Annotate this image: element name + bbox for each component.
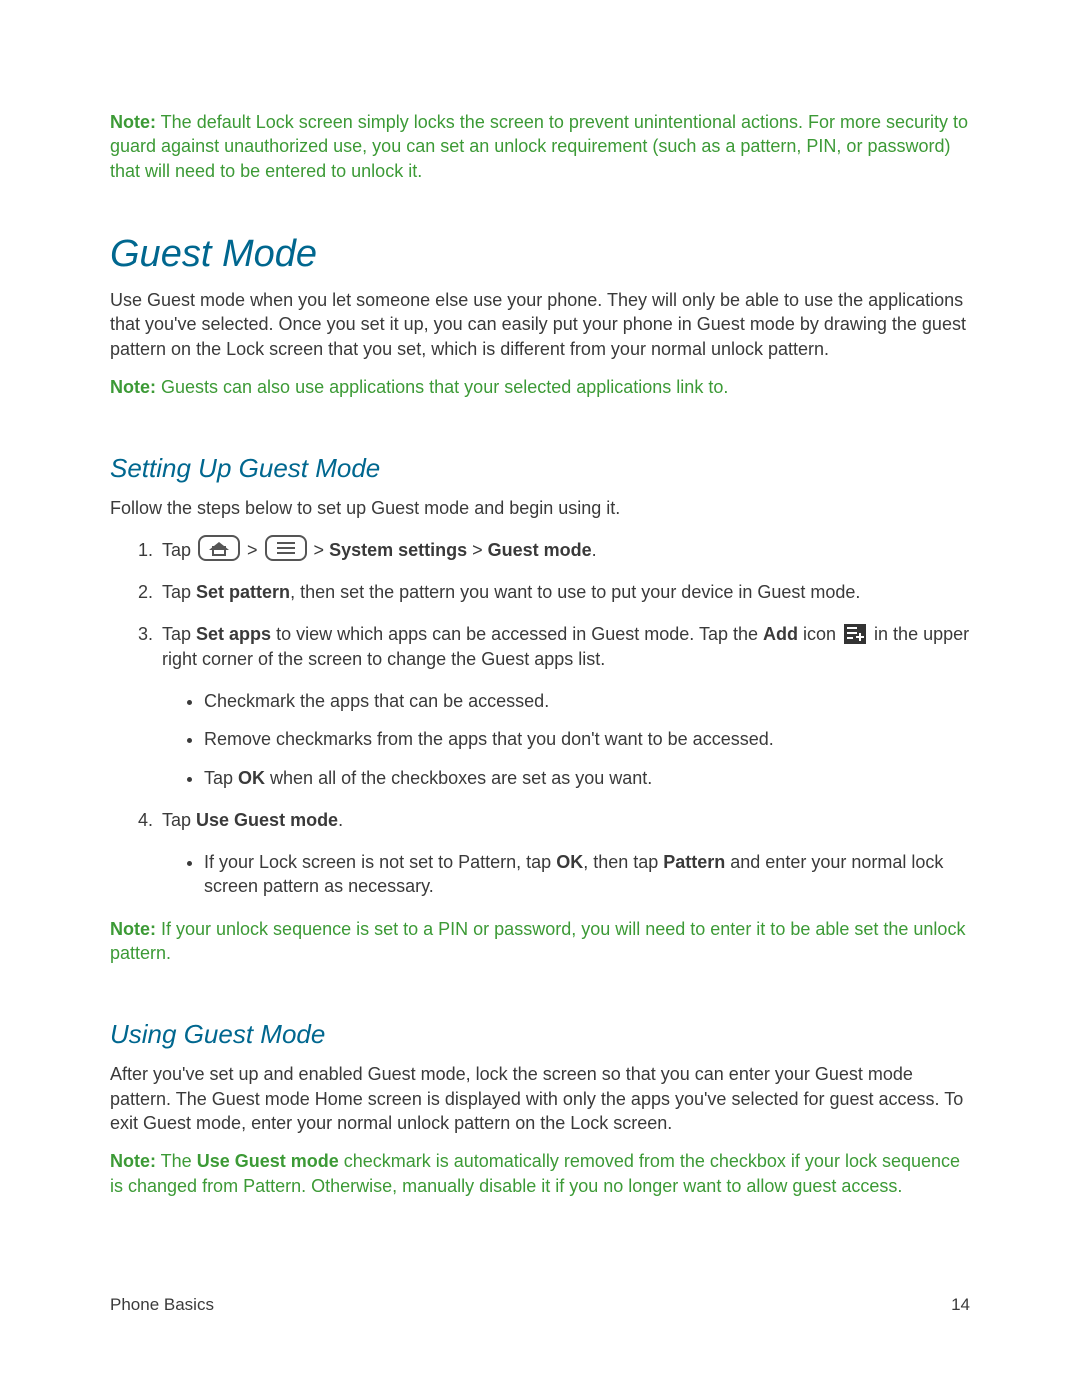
step1-end: .	[592, 540, 597, 560]
step3-bullets: Checkmark the apps that can be accessed.…	[162, 689, 970, 790]
step3-mid: to view which apps can be accessed in Gu…	[271, 624, 763, 644]
step4-bullet: If your Lock screen is not set to Patter…	[204, 850, 970, 899]
note-text: Guests can also use applications that yo…	[156, 377, 728, 397]
step1-sep3: >	[467, 540, 488, 560]
step2-post: , then set the pattern you want to use t…	[290, 582, 860, 602]
s4b-mid: , then tap	[583, 852, 663, 872]
bullet-2: Remove checkmarks from the apps that you…	[204, 727, 970, 751]
step3-post1: icon	[798, 624, 841, 644]
using-note-bold: Use Guest mode	[197, 1151, 339, 1171]
note-label: Note:	[110, 1151, 156, 1171]
page-content: Note: The default Lock screen simply loc…	[110, 110, 970, 1218]
note-label: Note:	[110, 377, 156, 397]
step1-sep2: >	[309, 540, 330, 560]
using-note-pre: The	[156, 1151, 197, 1171]
home-key-icon	[198, 535, 240, 561]
note-text: The default Lock screen simply locks the…	[110, 112, 968, 181]
menu-key-icon	[265, 535, 307, 561]
using-heading: Using Guest Mode	[110, 1017, 970, 1052]
step4-bullets: If your Lock screen is not set to Patter…	[162, 850, 970, 899]
note-label: Note:	[110, 919, 156, 939]
setting-up-heading: Setting Up Guest Mode	[110, 451, 970, 486]
step1-pre: Tap	[162, 540, 196, 560]
note-text: If your unlock sequence is set to a PIN …	[110, 919, 965, 963]
guest-mode-intro: Use Guest mode when you let someone else…	[110, 288, 970, 361]
step3-bold1: Set apps	[196, 624, 271, 644]
step3-pre: Tap	[162, 624, 196, 644]
using-para: After you've set up and enabled Guest mo…	[110, 1062, 970, 1135]
b3-pre: Tap	[204, 768, 238, 788]
steps-list: Tap > > System settings > Guest mode. Ta…	[110, 535, 970, 899]
setting-up-intro: Follow the steps below to set up Guest m…	[110, 496, 970, 520]
setting-end-note: Note: If your unlock sequence is set to …	[110, 917, 970, 966]
step4-pre: Tap	[162, 810, 196, 830]
step-1: Tap > > System settings > Guest mode.	[158, 535, 970, 562]
note-label: Note:	[110, 112, 156, 132]
step-4: Tap Use Guest mode. If your Lock screen …	[158, 808, 970, 899]
step1-gm: Guest mode	[488, 540, 592, 560]
step3-bold2: Add	[763, 624, 798, 644]
bullet-1: Checkmark the apps that can be accessed.	[204, 689, 970, 713]
step2-pre: Tap	[162, 582, 196, 602]
s4b-pattern: Pattern	[663, 852, 725, 872]
step2-bold: Set pattern	[196, 582, 290, 602]
s4b-ok: OK	[556, 852, 583, 872]
guest-mode-heading: Guest Mode	[110, 229, 970, 280]
bullet-3: Tap OK when all of the checkboxes are se…	[204, 766, 970, 790]
footer-section: Phone Basics	[110, 1294, 214, 1317]
guest-mode-note: Note: Guests can also use applications t…	[110, 375, 970, 399]
b3-post: when all of the checkboxes are set as yo…	[265, 768, 652, 788]
step1-sep: >	[242, 540, 263, 560]
step-2: Tap Set pattern, then set the pattern yo…	[158, 580, 970, 604]
step4-post: .	[338, 810, 343, 830]
add-icon	[844, 624, 866, 644]
step4-bold: Use Guest mode	[196, 810, 338, 830]
page-footer: Phone Basics 14	[110, 1294, 970, 1317]
footer-page-number: 14	[951, 1294, 970, 1317]
s4b-pre: If your Lock screen is not set to Patter…	[204, 852, 556, 872]
intro-note: Note: The default Lock screen simply loc…	[110, 110, 970, 183]
using-note: Note: The Use Guest mode checkmark is au…	[110, 1149, 970, 1198]
step1-sys: System settings	[329, 540, 467, 560]
b3-bold: OK	[238, 768, 265, 788]
step-3: Tap Set apps to view which apps can be a…	[158, 622, 970, 789]
